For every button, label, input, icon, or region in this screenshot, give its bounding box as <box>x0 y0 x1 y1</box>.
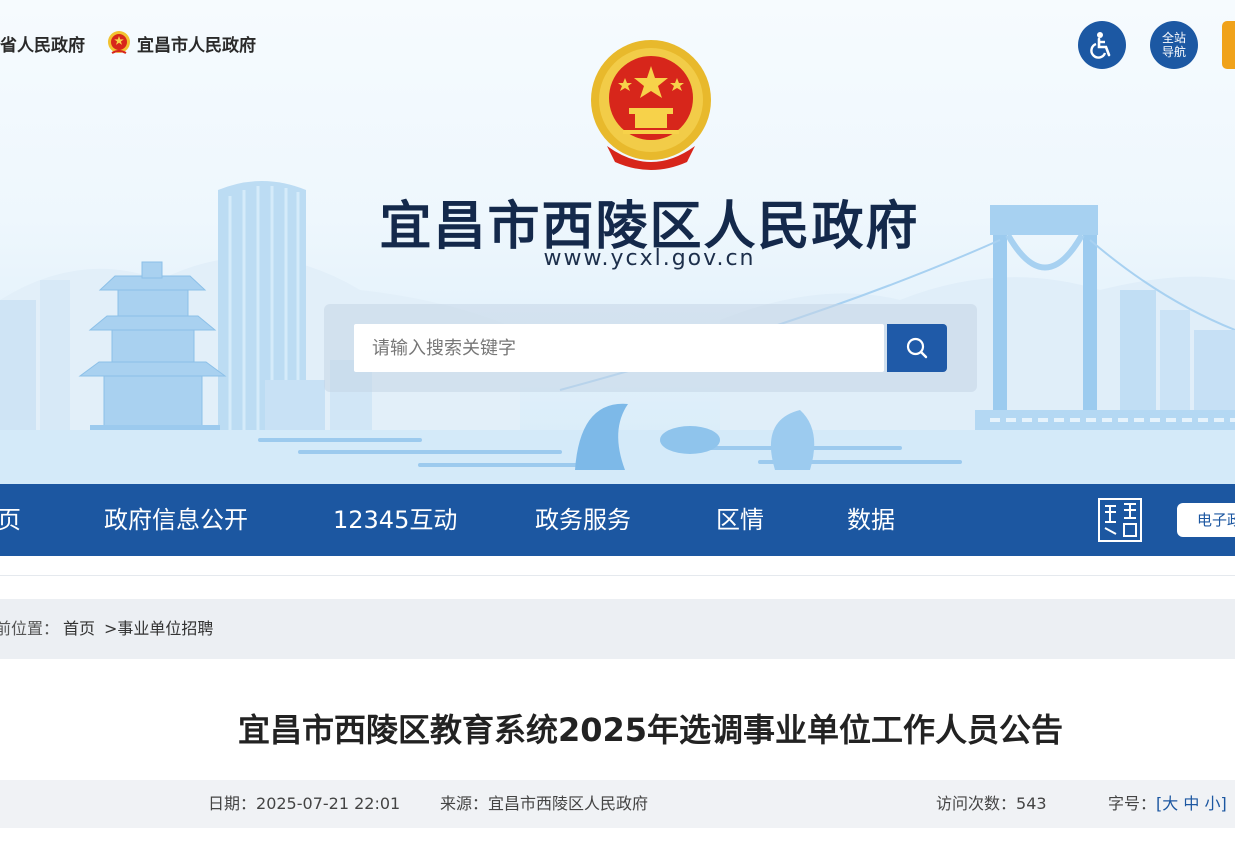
accessibility-button[interactable] <box>1078 21 1126 69</box>
font-size-small[interactable]: 小 <box>1204 794 1220 813</box>
main-nav: 页 政府信息公开 12345互动 政务服务 区情 数据 <box>0 484 1235 556</box>
source-info: 来源：宜昌市西陵区人民政府 <box>440 794 649 813</box>
search-input[interactable] <box>354 324 884 372</box>
breadcrumb: 前位置： 首页 >事业单位招聘 <box>0 599 1235 659</box>
national-emblem-icon <box>591 40 711 170</box>
top-link-city[interactable]: 宜昌市人民政府 <box>107 30 256 56</box>
yichang-logo-icon[interactable] <box>1096 496 1144 544</box>
nav-item-gov-services[interactable]: 政务服务 <box>535 484 631 556</box>
side-tab[interactable] <box>1222 21 1235 69</box>
nav-item-data[interactable]: 数据 <box>847 484 895 556</box>
breadcrumb-home-link[interactable]: 首页 <box>63 599 95 659</box>
header-banner: 省人民政府 宜昌市人民政府 全站 导航 宜昌市西陵区人民政府 www.ycxl.… <box>0 0 1235 484</box>
nav-item-home[interactable]: 页 <box>0 484 21 556</box>
nav-item-district-info[interactable]: 区情 <box>716 484 764 556</box>
national-emblem-icon <box>108 31 130 54</box>
site-navigation-button[interactable]: 全站 导航 <box>1150 21 1198 69</box>
breadcrumb-current-link[interactable]: >事业单位招聘 <box>104 599 213 659</box>
date-info: 日期：2025-07-21 22:01 <box>208 794 401 813</box>
font-size-large[interactable]: 大 <box>1162 794 1178 813</box>
breadcrumb-label: 前位置： <box>0 619 60 638</box>
ebook-button[interactable]: 电子政 <box>1177 503 1235 537</box>
site-url: www.ycxl.gov.cn <box>543 246 756 271</box>
top-link-province[interactable]: 省人民政府 <box>0 31 85 56</box>
article-title: 宜昌市西陵区教育系统2025年选调事业单位工作人员公告 <box>237 711 1064 749</box>
nav-item-gov-info[interactable]: 政府信息公开 <box>104 484 248 556</box>
search-button[interactable] <box>887 324 947 372</box>
visit-count: 访问次数：543 <box>936 794 1047 813</box>
font-size-medium[interactable]: 中 <box>1183 794 1199 813</box>
font-size-control: 字号：[大 中 小] <box>1108 794 1227 813</box>
article-meta-bar: 日期：2025-07-21 22:01 来源：宜昌市西陵区人民政府 访问次数：5… <box>0 780 1235 828</box>
accessibility-icon <box>1090 32 1111 59</box>
search-icon <box>906 337 928 359</box>
divider <box>0 575 1235 576</box>
nav-item-12345[interactable]: 12345互动 <box>333 484 457 556</box>
